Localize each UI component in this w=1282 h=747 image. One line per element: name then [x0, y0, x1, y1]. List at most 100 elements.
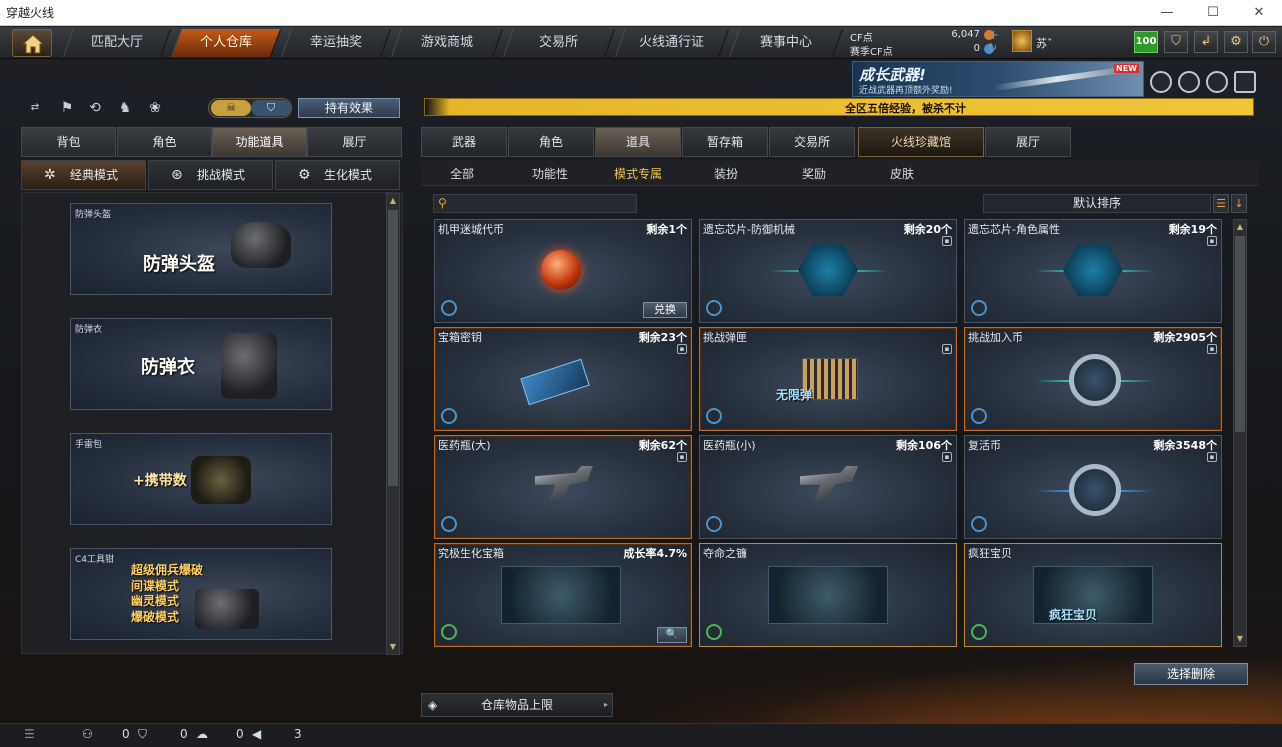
warehouse-limit-button[interactable]: ◈ 仓库物品上限 ▸: [421, 693, 613, 717]
subtab-skins[interactable]: 皮肤: [867, 165, 937, 182]
cycle-icon[interactable]: ⟲: [84, 98, 106, 118]
growth-weapon-banner[interactable]: 成长武器! 近战武器再顶额外奖励! NEW: [852, 61, 1144, 97]
lock-icon: ▪: [677, 344, 687, 354]
nav-tab-warehouse[interactable]: 个人仓库: [170, 29, 282, 57]
paw-icon[interactable]: ❀: [144, 98, 166, 118]
tab-storage[interactable]: 暂存箱: [682, 127, 768, 157]
tab-weapons[interactable]: 武器: [421, 127, 507, 157]
zoom-icon[interactable]: 🔍: [657, 627, 687, 643]
tab-roles[interactable]: 角色: [508, 127, 594, 157]
avatar[interactable]: [1012, 30, 1032, 52]
item-card[interactable]: 挑战加入币 剩余2905个 ▪: [964, 327, 1222, 431]
list-item[interactable]: 手雷包 +携带数: [70, 433, 332, 525]
scroll-thumb[interactable]: [388, 210, 398, 486]
currency-panel: CF点 6,047 赛季CF点 0: [848, 28, 1008, 58]
wing-emblem-icon[interactable]: [1234, 71, 1256, 93]
scroll-down-icon[interactable]: ▼: [1235, 634, 1245, 644]
tab-showroom-right[interactable]: 展厅: [985, 127, 1071, 157]
maximize-button[interactable]: ☐: [1190, 0, 1236, 26]
tab-collection[interactable]: 火线珍藏馆: [858, 127, 984, 157]
nav-tab-mall[interactable]: 游戏商城: [390, 29, 504, 57]
left-scrollbar[interactable]: ▲ ▼: [386, 193, 400, 655]
redeem-button[interactable]: 兑换: [643, 302, 687, 318]
chat-icon[interactable]: ☁: [196, 727, 208, 741]
view-toggle[interactable]: ☠ ⛉: [208, 98, 292, 118]
item-card[interactable]: 疯狂宝贝 疯狂宝贝: [964, 543, 1222, 647]
item-card[interactable]: 机甲迷城代币 剩余1个 兑换: [434, 219, 692, 323]
item-card[interactable]: 遗忘芯片-防御机械 剩余20个 ▪: [699, 219, 957, 323]
bio-box-image: [501, 566, 621, 624]
sort-direction-icon[interactable]: ↓: [1231, 194, 1247, 213]
item-card[interactable]: 医药瓶(大) 剩余62个 ▪: [434, 435, 692, 539]
power-icon[interactable]: ⏻: [1252, 31, 1276, 53]
nav-tab-events[interactable]: 赛事中心: [728, 29, 844, 57]
item-card[interactable]: 究极生化宝箱 成长率4.7% 🔍: [434, 543, 692, 647]
challenge-coin-image: [1069, 354, 1121, 406]
tab-backpack[interactable]: 背包: [21, 127, 116, 157]
sword-emblem-icon[interactable]: [1206, 71, 1228, 93]
item-card[interactable]: 医药瓶(小) 剩余106个 ▪: [699, 435, 957, 539]
list-view-icon[interactable]: ☰: [1213, 194, 1229, 213]
tab-functional-items[interactable]: 功能道具: [212, 127, 307, 157]
off-toggle-icon[interactable]: ⇄: [24, 98, 46, 118]
tab-character[interactable]: 角色: [117, 127, 212, 157]
list-item[interactable]: 防弹头盔 防弹头盔: [70, 203, 332, 295]
subtab-mode-exclusive[interactable]: 模式专属: [603, 165, 673, 182]
minimize-button[interactable]: —: [1144, 0, 1190, 26]
nav-tab-lucky-draw[interactable]: 幸运抽奖: [280, 29, 392, 57]
nav-tab-exchange[interactable]: 交易所: [502, 29, 616, 57]
subtab-rewards[interactable]: 奖励: [779, 165, 849, 182]
nav-tab-match-lobby[interactable]: 匹配大厅: [62, 29, 172, 57]
home-button[interactable]: [12, 29, 52, 57]
mode-classic[interactable]: ✲ 经典模式: [21, 160, 146, 190]
mode-biochemical[interactable]: ⚙ 生化模式: [275, 160, 400, 190]
refresh-icon[interactable]: ↻: [988, 41, 997, 54]
menu-icon[interactable]: ☰: [24, 727, 35, 741]
subtab-all[interactable]: 全部: [427, 165, 497, 182]
user-icon[interactable]: ⚇: [82, 727, 93, 741]
stats-icon[interactable]: ⚑: [56, 98, 78, 118]
close-button[interactable]: ✕: [1236, 0, 1282, 26]
window-titlebar: 穿越火线 — ☐ ✕: [0, 0, 1282, 26]
globe-emblem-icon[interactable]: [1178, 71, 1200, 93]
list-item[interactable]: C4工具钳 超级佣兵爆破 间谍模式 幽灵模式 爆破模式: [70, 548, 332, 640]
sort-dropdown[interactable]: 默认排序: [983, 194, 1211, 213]
announcement-ticker: 全区五倍经验，被杀不计: [424, 98, 1254, 116]
shield-status-icon[interactable]: ⛉: [138, 727, 147, 742]
item-type-icon: [441, 516, 457, 532]
item-card[interactable]: 遗忘芯片-角色属性 剩余19个 ▪: [964, 219, 1222, 323]
item-card[interactable]: 挑战弹匣 ▪ 无限弹: [699, 327, 957, 431]
scroll-down-icon[interactable]: ▼: [388, 642, 398, 652]
item-card[interactable]: 复活币 剩余3548个 ▪: [964, 435, 1222, 539]
scroll-thumb[interactable]: [1235, 236, 1245, 432]
select-delete-button[interactable]: 选择删除: [1134, 663, 1248, 685]
scroll-up-icon[interactable]: ▲: [1235, 222, 1245, 232]
scroll-up-icon[interactable]: ▲: [388, 196, 398, 206]
medkit-gun-image: [535, 466, 593, 500]
mode-challenge[interactable]: ⊛ 挑战模式: [148, 160, 273, 190]
nav-tab-battle-pass[interactable]: 火线通行证: [614, 29, 730, 57]
speaker-icon[interactable]: ◀: [252, 727, 261, 741]
item-card[interactable]: 宝箱密钥 剩余23个 ▪: [434, 327, 692, 431]
gear-icon[interactable]: ⚙: [1224, 31, 1248, 53]
shield-icon[interactable]: ⛉: [1164, 31, 1188, 53]
lock-icon: ▪: [942, 236, 952, 246]
held-effects-button[interactable]: 持有效果: [298, 98, 400, 118]
search-box[interactable]: ⚲: [433, 194, 637, 213]
tab-items[interactable]: 道具: [595, 127, 681, 157]
tab-exchange[interactable]: 交易所: [769, 127, 855, 157]
crazy-baby-label: 疯狂宝贝: [1049, 608, 1098, 622]
return-icon[interactable]: ↲: [1194, 31, 1218, 53]
list-item[interactable]: 防弹衣 防弹衣: [70, 318, 332, 410]
subtab-functional[interactable]: 功能性: [515, 165, 585, 182]
revive-coin-image: [1069, 464, 1121, 516]
search-input[interactable]: [454, 196, 632, 211]
skull-icon[interactable]: ☠: [211, 100, 251, 116]
shield-toggle-icon[interactable]: ⛉: [251, 100, 291, 116]
run-icon[interactable]: ♞: [114, 98, 136, 118]
item-card[interactable]: 夺命之镰: [699, 543, 957, 647]
right-scrollbar[interactable]: ▲ ▼: [1233, 219, 1247, 647]
rank-emblem-icon[interactable]: [1150, 71, 1172, 93]
subtab-dressup[interactable]: 装扮: [691, 165, 761, 182]
tab-showroom[interactable]: 展厅: [307, 127, 402, 157]
